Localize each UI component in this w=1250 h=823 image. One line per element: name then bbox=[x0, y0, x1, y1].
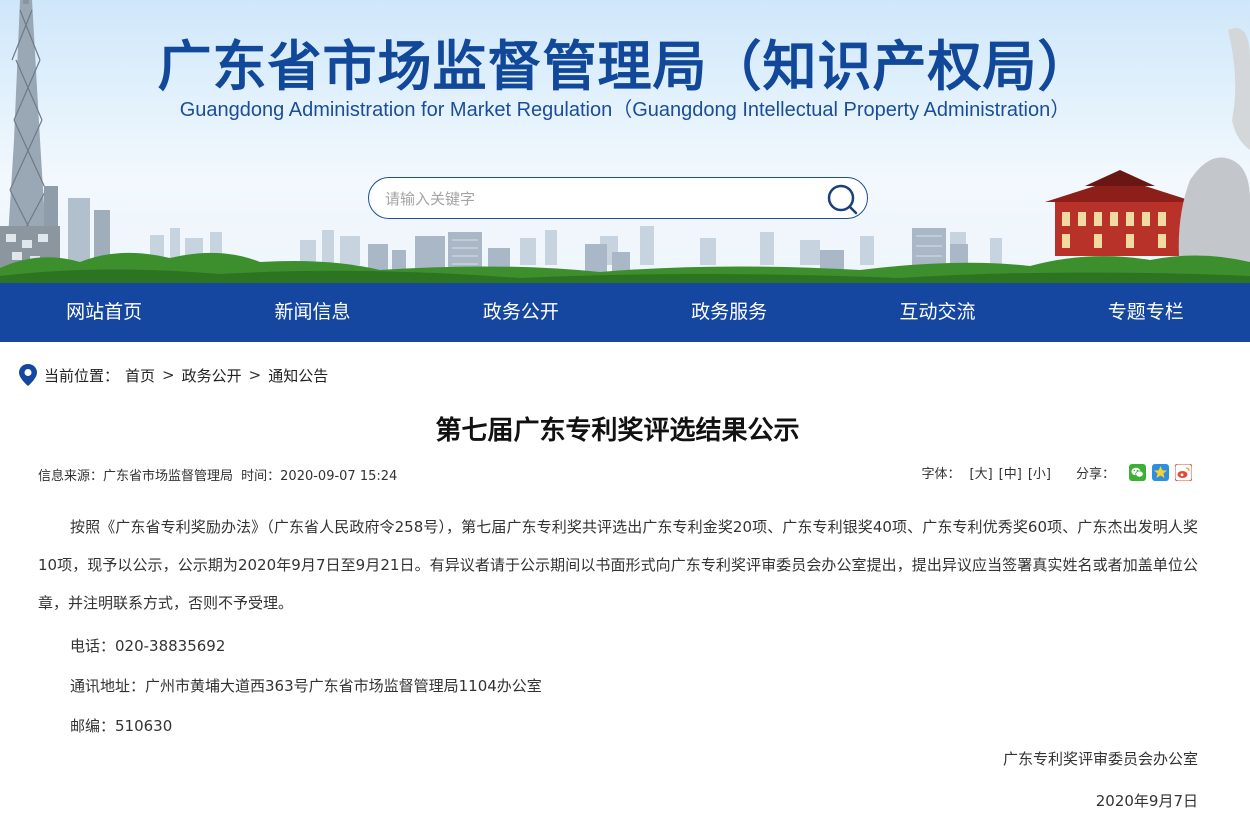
article-time: 时间：2020-09-07 15:24 bbox=[241, 469, 398, 484]
nav-item-government-affairs[interactable]: 政务公开 bbox=[417, 283, 625, 342]
site-subtitle: Guangdong Administration for Market Regu… bbox=[179, 99, 1071, 121]
main-nav: 网站首页 新闻信息 政务公开 政务服务 互动交流 专题专栏 bbox=[0, 283, 1250, 342]
zhongshan-memorial-illustration bbox=[1045, 170, 1195, 256]
contact-postcode: 邮编：510630 bbox=[70, 717, 173, 735]
article-paragraph: 按照《广东省专利奖励办法》（广东省人民政府令258号），第七届广东专利奖共评选出… bbox=[38, 518, 1198, 612]
breadcrumb-home-link[interactable]: 首页 bbox=[125, 365, 155, 386]
location-pin-icon bbox=[19, 364, 37, 386]
nav-item-home[interactable]: 网站首页 bbox=[0, 283, 208, 342]
nav-item-news[interactable]: 新闻信息 bbox=[208, 283, 416, 342]
article-source: 信息来源：广东省市场监督管理局 bbox=[38, 469, 234, 484]
nav-item-special-topics[interactable]: 专题专栏 bbox=[1042, 283, 1250, 342]
article-date: 2020年9月7日 bbox=[1095, 792, 1198, 810]
wechat-icon[interactable] bbox=[1129, 464, 1146, 481]
search-input[interactable] bbox=[385, 186, 805, 212]
font-size-medium-button[interactable]: [中] bbox=[999, 463, 1022, 482]
breadcrumb-separator: > bbox=[248, 366, 262, 384]
breadcrumb-separator: > bbox=[162, 366, 175, 384]
font-size-large-button[interactable]: [大] bbox=[970, 463, 993, 482]
font-size-label: 字体： bbox=[921, 467, 961, 482]
article-title: 第七届广东专利奖评选结果公示 bbox=[435, 416, 800, 446]
breadcrumb-label: 当前位置： bbox=[44, 366, 120, 385]
qzone-icon[interactable] bbox=[1152, 464, 1169, 481]
contact-address: 通讯地址：广州市黄埔大道西363号广东省市场监督管理局1104办公室 bbox=[70, 677, 542, 695]
breadcrumb-government-affairs-link[interactable]: 政务公开 bbox=[182, 365, 242, 386]
article-signature: 广东专利奖评审委员会办公室 bbox=[1002, 750, 1198, 768]
article-tools: 字体： [大] [中] [小] 分享： bbox=[921, 463, 1192, 482]
search-box bbox=[368, 177, 868, 219]
share-label: 分享： bbox=[1075, 467, 1115, 482]
breadcrumb: 当前位置： 首页 > 政务公开 > 通知公告 bbox=[18, 362, 328, 388]
article-meta: 信息来源：广东省市场监督管理局 时间：2020-09-07 15:24 bbox=[38, 465, 401, 484]
font-size-small-button[interactable]: [小] bbox=[1028, 463, 1051, 482]
contact-phone: 电话：020-38835692 bbox=[70, 637, 226, 655]
site-title: 广东省市场监督管理局（知识产权局） bbox=[157, 35, 1093, 98]
weibo-icon[interactable] bbox=[1175, 464, 1192, 481]
search-icon[interactable] bbox=[826, 183, 858, 215]
nav-item-government-services[interactable]: 政务服务 bbox=[625, 283, 833, 342]
breadcrumb-notices-link[interactable]: 通知公告 bbox=[268, 365, 328, 386]
nav-item-interaction[interactable]: 互动交流 bbox=[833, 283, 1041, 342]
site-header: 广东省市场监督管理局（知识产权局） Guangdong Administrati… bbox=[0, 0, 1250, 283]
article-body: 按照《广东省专利奖励办法》（广东省人民政府令258号），第七届广东专利奖共评选出… bbox=[38, 508, 1198, 746]
